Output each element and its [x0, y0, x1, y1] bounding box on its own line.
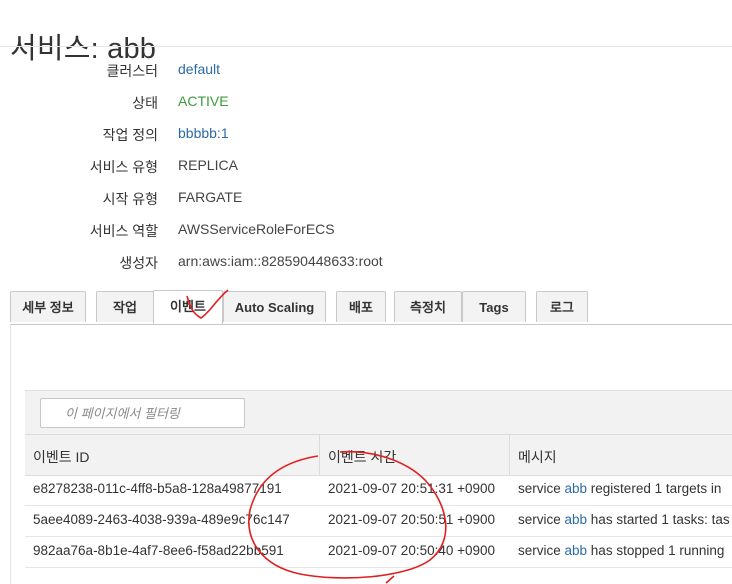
- event-message-cell: service abb has started 1 tasks: tas: [518, 512, 732, 527]
- detail-label: 시작 유형: [102, 191, 158, 207]
- detail-value: REPLICA: [178, 157, 238, 173]
- detail-row: 상태 ACTIVE: [0, 85, 732, 117]
- detail-row: 시작 유형 FARGATE: [0, 181, 732, 213]
- detail-value: ACTIVE: [178, 93, 229, 109]
- service-link[interactable]: abb: [565, 512, 588, 527]
- message-text: has stopped 1 running: [587, 543, 725, 558]
- event-message-cell: service abb registered 1 targets in: [518, 481, 732, 496]
- events-table-header: 이벤트 ID 이벤트 시간 메시지: [25, 434, 732, 476]
- detail-label: 작업 정의: [102, 127, 158, 143]
- event-time-cell: 2021-09-07 20:50:40 +0900: [328, 543, 496, 558]
- detail-label: 상태: [132, 95, 158, 111]
- column-header-event-time[interactable]: 이벤트 시간: [328, 447, 396, 467]
- detail-label: 서비스 역할: [89, 223, 158, 239]
- detail-label: 서비스 유형: [89, 159, 158, 175]
- event-id-cell: 5aee4089-2463-4038-939a-489e9c76c147: [33, 512, 290, 527]
- detail-row: 생성자 arn:aws:iam::828590448633:root: [0, 245, 732, 277]
- detail-label: 생성자: [119, 255, 158, 271]
- detail-value: AWSServiceRoleForECS: [178, 221, 335, 237]
- column-header-message[interactable]: 메시지: [518, 447, 557, 467]
- event-time-cell: 2021-09-07 20:50:51 +0900: [328, 512, 496, 527]
- column-divider[interactable]: [319, 435, 320, 475]
- table-row[interactable]: 982aa76a-8b1e-4af7-8ee6-f58ad22bb591 2021…: [25, 536, 732, 568]
- tab-4[interactable]: 배포: [336, 291, 386, 322]
- detail-value: FARGATE: [178, 189, 243, 205]
- event-id-cell: e8278238-011c-4ff8-b5a8-128a49877191: [33, 481, 282, 496]
- detail-row: 작업 정의 bbbbb:1: [0, 117, 732, 149]
- table-row[interactable]: e8278238-011c-4ff8-b5a8-128a49877191 2021…: [25, 474, 732, 506]
- message-text: has started 1 tasks: tas: [587, 512, 730, 527]
- detail-value: arn:aws:iam::828590448633:root: [178, 253, 383, 269]
- detail-value[interactable]: default: [178, 61, 220, 77]
- tab-bar: 세부 정보 작업 이벤트 Auto Scaling 배포 측정치 Tags 로그: [10, 290, 732, 325]
- service-link[interactable]: abb: [565, 481, 588, 496]
- tab-1[interactable]: 작업: [96, 291, 154, 322]
- tab-2[interactable]: 이벤트: [153, 290, 223, 324]
- tab-5[interactable]: 측정치: [394, 291, 462, 322]
- message-text: service: [518, 512, 565, 527]
- detail-row: 클러스터 default: [0, 53, 732, 85]
- message-text: service: [518, 481, 565, 496]
- column-header-event-id[interactable]: 이벤트 ID: [33, 447, 90, 467]
- event-time-cell: 2021-09-07 20:51:31 +0900: [328, 481, 496, 496]
- tab-0[interactable]: 세부 정보: [10, 291, 86, 322]
- filter-input[interactable]: [40, 398, 245, 428]
- service-link[interactable]: abb: [565, 543, 588, 558]
- message-text: service: [518, 543, 565, 558]
- message-text: registered 1 targets in: [587, 481, 722, 496]
- detail-label: 클러스터: [106, 63, 158, 79]
- service-details: 클러스터 default 상태 ACTIVE 작업 정의 bbbbb:1 서비스 유형 REP…: [0, 53, 732, 277]
- tab-6[interactable]: Tags: [462, 291, 526, 322]
- tab-7[interactable]: 로그: [536, 291, 588, 322]
- detail-row: 서비스 역할 AWSServiceRoleForECS: [0, 213, 732, 245]
- column-divider[interactable]: [509, 435, 510, 475]
- detail-row: 서비스 유형 REPLICA: [0, 149, 732, 181]
- tab-3[interactable]: Auto Scaling: [223, 291, 326, 322]
- filter-bar: [25, 390, 732, 435]
- event-message-cell: service abb has stopped 1 running: [518, 543, 732, 558]
- event-id-cell: 982aa76a-8b1e-4af7-8ee6-f58ad22bb591: [33, 543, 284, 558]
- title-divider: [0, 46, 732, 47]
- detail-value[interactable]: bbbbb:1: [178, 125, 229, 141]
- table-row[interactable]: 5aee4089-2463-4038-939a-489e9c76c147 2021…: [25, 505, 732, 537]
